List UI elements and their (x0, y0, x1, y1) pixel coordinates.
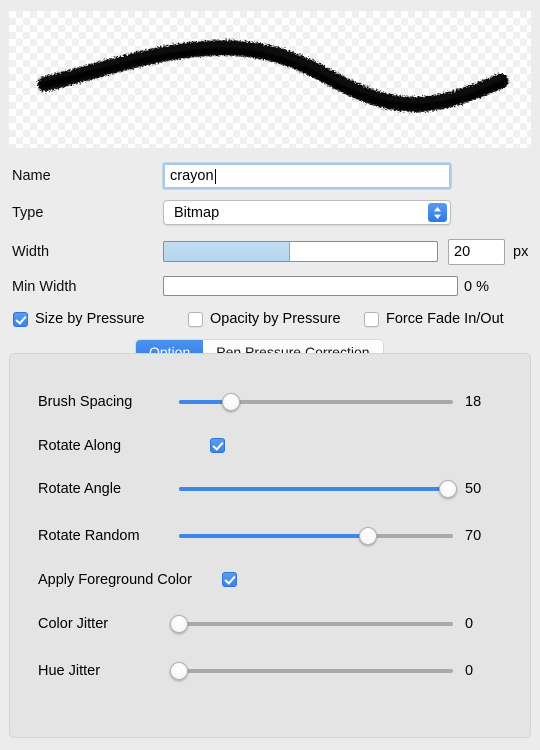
checkbox-size-by-pressure-label: Size by Pressure (35, 311, 145, 327)
checkbox-apply-foreground-color[interactable] (222, 572, 237, 587)
color-jitter-slider[interactable] (170, 612, 453, 636)
checkbox-rotate-along[interactable] (210, 438, 225, 453)
hue-jitter-thumb[interactable] (170, 662, 188, 680)
hue-jitter-slider[interactable] (170, 659, 453, 683)
chevron-updown-icon[interactable] (428, 203, 447, 222)
rotate-angle-thumb[interactable] (438, 480, 457, 498)
rotate-angle-slider[interactable] (179, 477, 457, 501)
rotate-along-label: Rotate Along (38, 438, 122, 454)
checkbox-size-by-pressure[interactable]: Size by Pressure (13, 306, 145, 332)
name-row: Name crayon (0, 163, 540, 189)
min-width-label: Min Width (12, 279, 77, 295)
checkbox-force-fade-label: Force Fade In/Out (386, 311, 504, 327)
width-unit-label: px (513, 244, 529, 260)
rotate-random-value: 70 (465, 528, 482, 544)
width-level-bar[interactable] (163, 241, 438, 262)
checkbox-opacity-by-pressure-label: Opacity by Pressure (210, 311, 341, 327)
color-jitter-value: 0 (465, 616, 474, 632)
color-jitter-track[interactable] (179, 622, 453, 626)
brush-spacing-value: 18 (465, 394, 482, 410)
name-label: Name (12, 168, 51, 184)
width-level-fill (164, 242, 290, 261)
option-row-rotate-angle: Rotate Angle 50 (10, 477, 532, 501)
pressure-options-row: Size by Pressure Opacity by Pressure For… (0, 306, 540, 332)
brush-spacing-thumb[interactable] (222, 393, 241, 411)
width-value-text: 20 (454, 243, 471, 260)
min-width-level-bar[interactable] (163, 276, 458, 296)
rotate-random-thumb[interactable] (359, 527, 378, 545)
hue-jitter-track[interactable] (179, 669, 453, 673)
type-select-value: Bitmap (174, 204, 220, 221)
hue-jitter-label: Hue Jitter (38, 663, 101, 679)
color-jitter-thumb[interactable] (170, 615, 188, 633)
option-row-hue-jitter: Hue Jitter 0 (10, 659, 532, 683)
min-width-value-label: 0 % (464, 279, 489, 295)
width-value-input[interactable]: 20 (448, 239, 505, 265)
rotate-angle-fill (179, 487, 448, 491)
option-row-apply-foreground-color: Apply Foreground Color (10, 568, 532, 592)
apply-foreground-color-label: Apply Foreground Color (38, 572, 192, 588)
rotate-angle-label: Rotate Angle (38, 481, 122, 497)
rotate-angle-value: 50 (465, 481, 482, 497)
checkbox-force-fade-box[interactable] (364, 311, 379, 327)
type-select[interactable]: Bitmap (163, 200, 451, 225)
min-width-row: Min Width 0 % (0, 274, 540, 300)
name-input-value: crayon (170, 167, 214, 184)
rotate-random-fill (179, 534, 369, 538)
rotate-random-label: Rotate Random (38, 528, 140, 544)
hue-jitter-value: 0 (465, 663, 474, 679)
option-row-rotate-along: Rotate Along (10, 434, 532, 458)
width-label: Width (12, 244, 50, 260)
option-row-rotate-random: Rotate Random 70 (10, 524, 532, 548)
type-row: Type Bitmap (0, 200, 540, 226)
rotate-random-slider[interactable] (179, 524, 453, 548)
option-row-brush-spacing: Brush Spacing 18 (10, 390, 532, 414)
name-input[interactable]: crayon (163, 163, 451, 189)
text-caret (214, 168, 216, 184)
option-panel: Brush Spacing 18 Rotate Along Rotate Ang… (9, 353, 531, 738)
brush-spacing-label: Brush Spacing (38, 394, 133, 410)
width-row: Width 20 px (0, 239, 540, 265)
color-jitter-label: Color Jitter (38, 616, 109, 632)
brush-stroke-canvas (37, 40, 509, 112)
checkbox-force-fade[interactable]: Force Fade In/Out (364, 306, 504, 332)
brush-stroke-preview (9, 11, 531, 148)
brush-spacing-slider[interactable] (179, 390, 453, 414)
type-label: Type (12, 205, 44, 221)
checkbox-size-by-pressure-box[interactable] (13, 311, 28, 327)
checkbox-opacity-by-pressure-box[interactable] (188, 311, 203, 327)
checkbox-opacity-by-pressure[interactable]: Opacity by Pressure (188, 306, 341, 332)
option-row-color-jitter: Color Jitter 0 (10, 612, 532, 636)
